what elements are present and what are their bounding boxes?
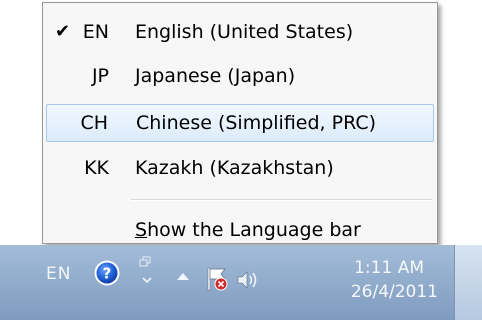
flag-icon[interactable] (206, 267, 228, 291)
language-label: Chinese (Simplified, PRC) (136, 112, 377, 134)
menu-separator (131, 199, 432, 201)
language-code: JP (91, 65, 109, 87)
menu-item-chinese[interactable]: CH Chinese (Simplified, PRC) (46, 104, 434, 142)
clock-time: 1:11 AM (354, 258, 424, 278)
show-desktop-button[interactable] (454, 245, 482, 320)
language-code: EN (82, 21, 109, 43)
options-icon[interactable] (138, 255, 156, 287)
chevron-up-icon[interactable] (176, 271, 190, 281)
volume-icon[interactable] (236, 269, 260, 291)
menu-item-kazakh[interactable]: KK Kazakh (Kazakhstan) (46, 150, 434, 188)
language-menu: ✔ EN English (United States) JP Japanese… (42, 2, 438, 244)
language-label: English (United States) (135, 21, 354, 43)
help-icon[interactable]: ? (93, 259, 121, 287)
svg-text:?: ? (103, 265, 112, 283)
checkmark-icon: ✔ (55, 21, 71, 42)
menu-item-english[interactable]: ✔ EN English (United States) (46, 14, 434, 52)
language-code: KK (84, 157, 109, 179)
language-indicator[interactable]: EN (46, 264, 71, 284)
language-code: CH (80, 112, 108, 134)
taskbar: EN ? 1:11 AM 26/4/2011 (0, 245, 482, 320)
clock-date: 26/4/2011 (350, 282, 438, 302)
show-language-bar-label: Show the Language bar (135, 219, 361, 241)
menu-item-japanese[interactable]: JP Japanese (Japan) (46, 58, 434, 96)
system-clock[interactable]: 1:11 AM 26/4/2011 (318, 257, 448, 305)
language-label: Kazakh (Kazakhstan) (135, 157, 334, 179)
language-label: Japanese (Japan) (135, 65, 296, 87)
